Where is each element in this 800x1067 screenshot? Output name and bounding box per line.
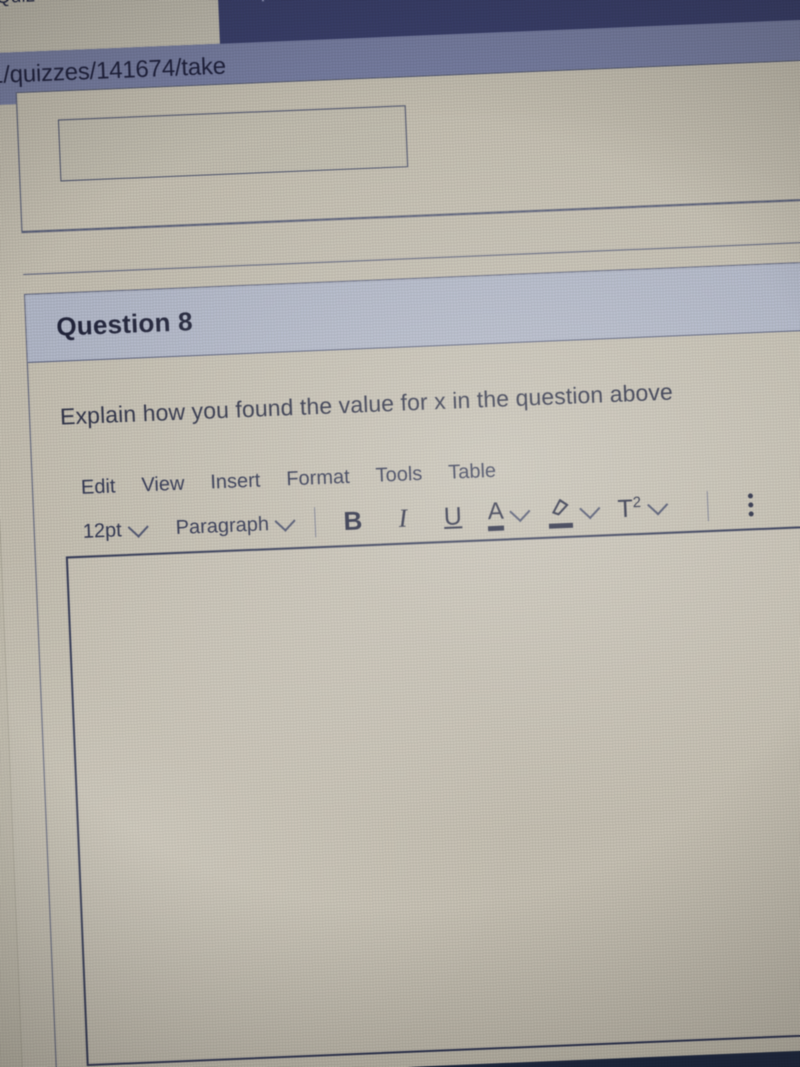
menu-item-edit[interactable]: Edit	[81, 475, 116, 499]
highlight-color-button[interactable]	[547, 495, 601, 529]
chevron-down-icon[interactable]	[647, 494, 669, 516]
question-title: Question 8	[55, 306, 194, 342]
underline-button[interactable]: U	[437, 499, 468, 534]
toolbar-divider	[314, 507, 317, 538]
previous-answer-input[interactable]	[57, 105, 409, 182]
block-format-select[interactable]: Paragraph	[175, 510, 296, 540]
toolbar-divider	[706, 491, 709, 522]
plus-icon[interactable]: +	[253, 0, 272, 11]
chevron-down-icon	[127, 516, 149, 538]
menu-item-table[interactable]: Table	[448, 459, 497, 484]
quiz-page: Question 8 Explain how you found the val…	[0, 56, 800, 1067]
editor-body[interactable]	[65, 523, 800, 1067]
more-options-icon[interactable]	[747, 492, 754, 517]
superscript-button[interactable]: T2	[617, 493, 669, 524]
question-header: Question 8	[25, 258, 800, 363]
quiz-content: Question 8 Explain how you found the val…	[0, 56, 800, 1067]
browser-tab-title: sson 6 Quiz	[0, 0, 36, 11]
chevron-down-icon	[274, 510, 296, 532]
chevron-down-icon[interactable]	[509, 500, 531, 522]
menu-item-insert[interactable]: Insert	[210, 469, 261, 494]
menu-item-format[interactable]: Format	[286, 465, 350, 491]
question-prompt: Explain how you found the value for x in…	[59, 378, 674, 430]
font-size-select[interactable]: 12pt	[82, 516, 149, 544]
font-size-value: 12pt	[82, 518, 123, 543]
menu-item-view[interactable]: View	[141, 472, 185, 497]
screen-photo: sson 6 Quiz ✕ + /73061/quizzes/141674/ta…	[0, 0, 800, 1067]
monitor-screen: sson 6 Quiz ✕ + /73061/quizzes/141674/ta…	[0, 0, 800, 1067]
superscript-icon: T2	[617, 494, 642, 524]
question-card: Question 8 Explain how you found the val…	[24, 257, 800, 1067]
text-color-button[interactable]: A	[487, 497, 531, 531]
highlighter-icon	[547, 496, 574, 529]
chevron-down-icon[interactable]	[579, 497, 601, 519]
menu-item-tools[interactable]: Tools	[375, 462, 423, 487]
bold-button[interactable]: B	[337, 503, 368, 538]
text-color-icon: A	[487, 497, 504, 531]
block-format-value: Paragraph	[175, 512, 270, 539]
italic-button[interactable]: I	[387, 501, 418, 536]
